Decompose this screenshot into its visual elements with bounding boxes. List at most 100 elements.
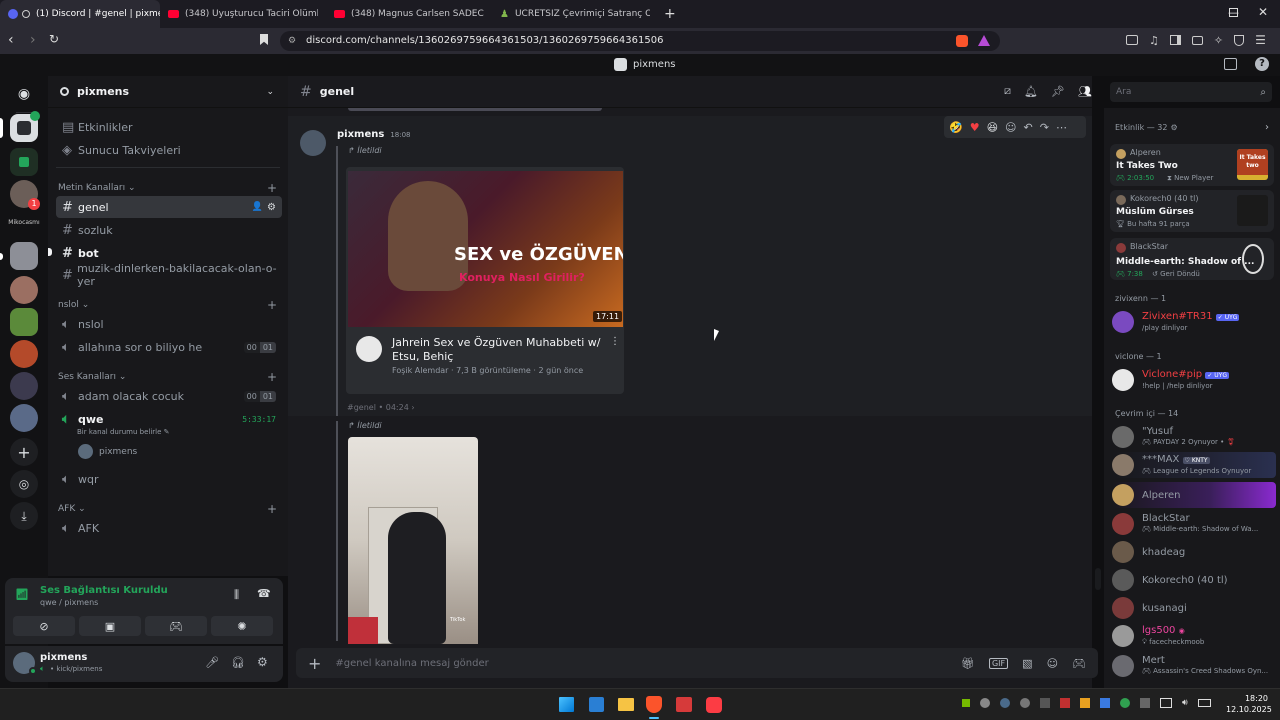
server-avatar-7[interactable] xyxy=(10,404,38,432)
volume-icon[interactable]: 🔊︎ xyxy=(1182,698,1188,708)
url-bar[interactable]: ⚙ discord.com/channels/13602697596643615… xyxy=(280,31,1000,51)
forward-icon[interactable]: › xyxy=(30,32,36,48)
gift-icon[interactable]: 🎁︎ xyxy=(961,657,975,670)
server-avatar-2[interactable] xyxy=(10,242,38,270)
video-thumbnail[interactable]: SEX ve ÖZGÜVEN Konuya Nasıl Girilir? 17:… xyxy=(348,171,623,327)
member-item[interactable]: Mert 🎮︎ Assassin's Creed Shadows Oyn... xyxy=(1112,653,1276,679)
discover-icon[interactable]: ◎ xyxy=(10,470,38,498)
voice-channel-allahina[interactable]: 🔈︎ allahına sor o biliyo he 00 01 xyxy=(56,336,282,358)
tray-icon-5[interactable] xyxy=(1040,698,1050,708)
video-title[interactable]: Jahrein Sex ve Özgüven Muhabbeti w/ Etsu… xyxy=(392,336,602,364)
apps-icon[interactable]: 🎮︎ xyxy=(1072,657,1086,670)
boosts-item[interactable]: ◈ Sunucu Takviyeleri xyxy=(56,139,282,161)
category-text[interactable]: Metin Kanalları ⌄ xyxy=(58,183,136,193)
message-input[interactable]: + #genel kanalına mesaj gönder 🎁︎ GIF ▧ … xyxy=(296,648,1098,678)
microphone-icon[interactable]: 🎤︎ xyxy=(205,656,219,669)
media-icon[interactable]: ♫ xyxy=(1149,34,1159,47)
member-item[interactable]: Viclone#pip ✓ UYG !help | /help dinliyor xyxy=(1112,367,1276,393)
restore-button[interactable] xyxy=(1229,8,1238,17)
category-voice[interactable]: Ses Kanalları ⌄ xyxy=(58,372,126,382)
reader-icon[interactable] xyxy=(1126,35,1138,45)
sidebar-icon[interactable] xyxy=(1169,35,1181,45)
category-afk[interactable]: AFK ⌄ xyxy=(58,504,86,514)
voice-channel-qwe[interactable]: 🔈︎ qwe 5:33:17 xyxy=(56,408,282,430)
disconnect-icon[interactable]: ☎︎ xyxy=(257,587,271,600)
tab-discord[interactable]: (1) Discord | #genel | pixmens ✕ xyxy=(0,0,160,28)
forward-icon[interactable]: ↷ xyxy=(1040,121,1049,134)
chat-scrollbar[interactable] xyxy=(1095,568,1101,590)
pin-icon[interactable]: 📌︎ xyxy=(1051,85,1065,98)
tab-youtube-1[interactable]: (348) Uyuşturucu Taciri Ölümle Karşı xyxy=(160,0,326,28)
camera-button[interactable]: ⊘ xyxy=(13,616,75,636)
server-avatar-4[interactable] xyxy=(10,308,38,336)
add-channel-icon[interactable]: + xyxy=(267,181,277,195)
app-icon-red[interactable] xyxy=(676,697,692,712)
tray-icon-9[interactable] xyxy=(1120,698,1130,708)
message-source-link[interactable]: #genel • 04:24 › xyxy=(347,403,415,412)
tray-icon-8[interactable] xyxy=(1100,698,1110,708)
channel-sozluk[interactable]: # sozluk xyxy=(56,219,282,241)
audio-icon[interactable] xyxy=(22,10,30,18)
video-more-icon[interactable]: ⋮ xyxy=(610,336,620,347)
tray-icon-4[interactable] xyxy=(1020,698,1030,708)
soundboard-button[interactable]: ✺ xyxy=(211,616,273,636)
member-item[interactable]: BlackStar 🎮︎ Middle-earth: Shadow of Wa..… xyxy=(1112,511,1276,537)
voice-channel-adam[interactable]: 🔈︎ adam olacak cocuk 00 01 xyxy=(56,385,282,407)
reaction-heart-icon[interactable]: ♥ xyxy=(970,121,980,134)
more-icon[interactable]: ⋯ xyxy=(1056,121,1067,134)
channel-bot[interactable]: # bot xyxy=(56,242,282,264)
settings-icon[interactable]: ⚙ xyxy=(257,655,268,669)
message-author[interactable]: pixmens xyxy=(337,129,384,140)
reaction-smile-icon[interactable]: 😆 xyxy=(987,121,998,134)
add-server-button[interactable]: + xyxy=(10,438,38,466)
channel-avatar[interactable] xyxy=(356,336,382,362)
member-item[interactable]: "Yusuf 🎮︎ PAYDAY 2 Oynuyor • 🌹︎ xyxy=(1112,424,1276,450)
voice-channel-wqr[interactable]: 🔈︎ wqr xyxy=(56,468,282,490)
chevron-down-icon[interactable]: ⌄ xyxy=(266,87,274,97)
network-icon[interactable] xyxy=(1160,698,1172,708)
weather-widget-icon[interactable] xyxy=(589,697,604,712)
voice-channel-nslol[interactable]: 🔈︎ nslol xyxy=(56,313,282,335)
new-tab-button[interactable]: + xyxy=(664,6,676,22)
file-explorer-icon[interactable] xyxy=(618,698,634,711)
activity-card[interactable]: Alperen It Takes Two 🎮︎ 2:03:50 ⧗ New Pl… xyxy=(1110,144,1274,186)
gif-icon[interactable]: GIF xyxy=(988,657,1009,669)
emoji-icon[interactable]: ☺ xyxy=(1047,657,1058,670)
tray-icon-steam[interactable] xyxy=(1000,698,1010,708)
tray-icon-2[interactable] xyxy=(980,698,990,708)
add-channel-icon[interactable]: + xyxy=(267,502,277,516)
tray-icon-nvidia[interactable] xyxy=(962,699,970,707)
channel-genel[interactable]: # genel 👤 ⚙ xyxy=(56,196,282,218)
brave-rewards-icon[interactable] xyxy=(978,35,990,46)
music-app-icon[interactable] xyxy=(706,697,722,713)
activity-header[interactable]: Etkinlik — 32 ⚙ › xyxy=(1115,122,1269,133)
server-folder[interactable] xyxy=(10,148,38,176)
tab-youtube-2[interactable]: (348) Magnus Carlsen SADECE 15 SA xyxy=(326,0,492,28)
member-item[interactable]: kusanagi xyxy=(1112,595,1276,621)
activity-card[interactable]: Kokorech0 (40 tl) Müslüm Gürses 🏆︎ Bu ha… xyxy=(1110,190,1274,232)
add-channel-icon[interactable]: + xyxy=(267,298,277,312)
brave-shield-icon[interactable] xyxy=(956,35,968,47)
server-avatar-3[interactable] xyxy=(10,276,38,304)
server-avatar-5[interactable] xyxy=(10,340,38,368)
clock[interactable]: 18:20 12.10.2025 xyxy=(1226,693,1272,715)
voice-connected-subtitle[interactable]: qwe / pixmens xyxy=(40,598,98,607)
server-pixmens[interactable] xyxy=(10,111,40,142)
download-icon[interactable]: ⤓ xyxy=(10,502,38,530)
threads-icon[interactable]: ⧄ xyxy=(1004,84,1011,98)
server-avatar-1[interactable]: 1 xyxy=(10,180,40,210)
activity-card[interactable]: BlackStar Middle-earth: Shadow of ... 🎮︎… xyxy=(1110,238,1274,280)
events-item[interactable]: ▤ Etkinlikler xyxy=(56,116,282,138)
gear-icon[interactable]: ⚙ xyxy=(267,202,276,213)
member-item[interactable]: ***MAX ♡ KNTY 🎮︎ League of Legends Oynuyo… xyxy=(1112,452,1276,478)
invite-icon[interactable]: 👤 xyxy=(252,202,263,212)
vpn-icon[interactable] xyxy=(1234,34,1245,46)
close-window-button[interactable]: ✕ xyxy=(1258,5,1268,19)
battery-icon[interactable] xyxy=(1197,699,1211,707)
screen-share-button[interactable]: ▣ xyxy=(79,616,141,636)
reply-icon[interactable]: ↶ xyxy=(1024,121,1033,134)
category-nslol[interactable]: nslol ⌄ xyxy=(58,300,89,310)
reload-icon[interactable]: ↻ xyxy=(49,32,59,46)
wallet-icon[interactable] xyxy=(1191,35,1203,45)
discord-home-icon[interactable]: ◉ xyxy=(12,82,36,106)
